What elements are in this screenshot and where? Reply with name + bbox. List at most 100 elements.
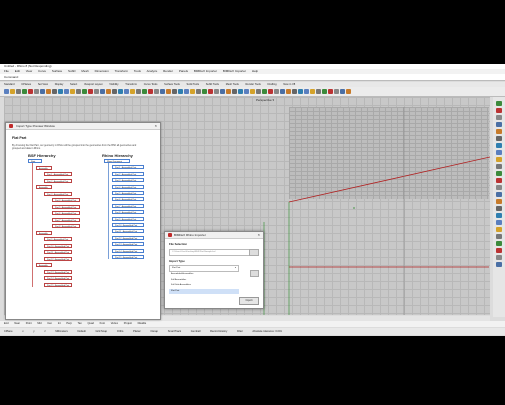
osnap-option[interactable]: Disable [138,322,147,325]
toolbar-tool-icon[interactable] [64,89,69,94]
toolbar-tool-icon[interactable] [244,89,249,94]
toolbar-tool-icon[interactable] [316,89,321,94]
ribbon-tab[interactable]: Select [70,83,77,86]
close-icon[interactable]: × [258,232,260,238]
close-icon[interactable]: × [155,123,157,129]
toolbar-tool-icon[interactable] [226,89,231,94]
preview-toggle-button[interactable] [250,270,259,277]
toolbar-tool-icon[interactable] [280,89,285,94]
toolbar-tool-icon[interactable] [190,89,195,94]
osnap-option[interactable]: Mid [37,322,41,325]
toolbar-tool-icon[interactable] [238,89,243,94]
toolbar-tool-icon[interactable] [148,89,153,94]
toolbar-tool-icon[interactable] [130,89,135,94]
file-path-field[interactable]: C:\Users\User\Desktop\BSF\Part\Sample.bs… [169,249,259,256]
toolbar-tool-icon[interactable] [172,89,177,94]
toolbar-tool-icon[interactable] [124,89,129,94]
ribbon-tab[interactable]: Surface Tools [164,83,180,86]
menu-item[interactable]: Curve [38,69,46,73]
status-item[interactable]: Record History [210,330,227,333]
ribbon-tab[interactable]: Visibility [109,83,118,86]
menu-item[interactable]: Mesh [81,69,88,73]
side-tool-icon[interactable] [496,206,502,211]
toolbar-tool-icon[interactable] [106,89,111,94]
side-tool-icon[interactable] [496,234,502,239]
toolbar-tool-icon[interactable] [304,89,309,94]
toolbar-tool-icon[interactable] [100,89,105,94]
side-tool-icon[interactable] [496,227,502,232]
command-line[interactable]: Command: [0,74,505,81]
status-item[interactable]: Planar [133,330,141,333]
menu-item[interactable]: Dimension [95,69,109,73]
toolbar-tool-icon[interactable] [208,89,213,94]
status-item[interactable]: SmartTrack [168,330,181,333]
menu-item[interactable]: BIMDeX Importer [223,69,246,73]
menu-item[interactable]: Panels [179,69,188,73]
toolbar-tool-icon[interactable] [214,89,219,94]
browse-button[interactable] [249,249,259,256]
osnap-option[interactable]: Quad [88,322,94,325]
import-type-select[interactable]: Flat Part ▾ [169,265,239,272]
osnap-option[interactable]: Knot [100,322,105,325]
side-tool-icon[interactable] [496,178,502,183]
side-tool-icon[interactable] [496,248,502,253]
side-tool-icon[interactable] [496,150,502,155]
import-type-option[interactable]: Flat Part [169,288,239,294]
status-item[interactable]: Filter [237,330,243,333]
ribbon-tab[interactable]: Set View [38,83,48,86]
toolbar-tool-icon[interactable] [10,89,15,94]
status-item[interactable]: Osnap [150,330,158,333]
status-units[interactable]: Millimeters [55,330,67,333]
toolbar-tool-icon[interactable] [334,89,339,94]
toolbar-tool-icon[interactable] [46,89,51,94]
bimdex-importer-dialog[interactable]: BIMDeX Rhino Importer × File Selection C… [164,231,264,309]
ribbon-tab[interactable]: Standard [4,83,15,86]
toolbar-tool-icon[interactable] [58,89,63,94]
menu-item[interactable]: Edit [15,69,20,73]
side-tool-icon[interactable] [496,213,502,218]
toolbar-tool-icon[interactable] [88,89,93,94]
side-tool-icon[interactable] [496,164,502,169]
toolbar-tool-icon[interactable] [322,89,327,94]
toolbar-tool-icon[interactable] [28,89,33,94]
ribbon-tab[interactable]: Transform [125,83,137,86]
menu-item[interactable]: Tools [134,69,141,73]
import-button[interactable]: Import [239,297,259,305]
side-tool-icon[interactable] [496,199,502,204]
osnap-option[interactable]: Perp [66,322,71,325]
toolbar-tool-icon[interactable] [52,89,57,94]
toolbar-tool-icon[interactable] [220,89,225,94]
menu-item[interactable]: Surface [52,69,62,73]
toolbar-tool-icon[interactable] [82,89,87,94]
toolbar-tool-icon[interactable] [34,89,39,94]
toolbar-tool-icon[interactable] [4,89,9,94]
osnap-option[interactable]: Vertex [111,322,118,325]
toolbar-tool-icon[interactable] [160,89,165,94]
toolbar-tool-icon[interactable] [136,89,141,94]
ribbon-tab[interactable]: Render Tools [246,83,261,86]
ribbon-tab[interactable]: Viewport Layout [84,83,103,86]
menu-item[interactable]: Help [252,69,258,73]
osnap-option[interactable]: Tan [78,322,82,325]
toolbar-tool-icon[interactable] [310,89,315,94]
ribbon-tab[interactable]: Display [55,83,64,86]
toolbar-tool-icon[interactable] [328,89,333,94]
menu-item[interactable]: File [4,69,9,73]
toolbar-tool-icon[interactable] [40,89,45,94]
toolbar-tool-icon[interactable] [94,89,99,94]
menu-item[interactable]: BIMDeX Importer [194,69,217,73]
status-layer[interactable]: Default [77,330,85,333]
ribbon-tab[interactable]: Drafting [268,83,277,86]
osnap-option[interactable]: Project [124,322,132,325]
ribbon-tab[interactable]: Mesh Tools [226,83,239,86]
status-cplane[interactable]: CPlane [4,330,13,333]
toolbar-tool-icon[interactable] [112,89,117,94]
import-type-preview-window[interactable]: Import Type Preview Window × Flat Part B… [5,122,161,320]
side-tool-icon[interactable] [496,115,502,120]
side-tool-icon[interactable] [496,143,502,148]
side-tool-icon[interactable] [496,171,502,176]
side-tool-icon[interactable] [496,220,502,225]
ribbon-tab[interactable]: SubD Tools [206,83,219,86]
side-tool-icon[interactable] [496,122,502,127]
toolbar-tool-icon[interactable] [196,89,201,94]
